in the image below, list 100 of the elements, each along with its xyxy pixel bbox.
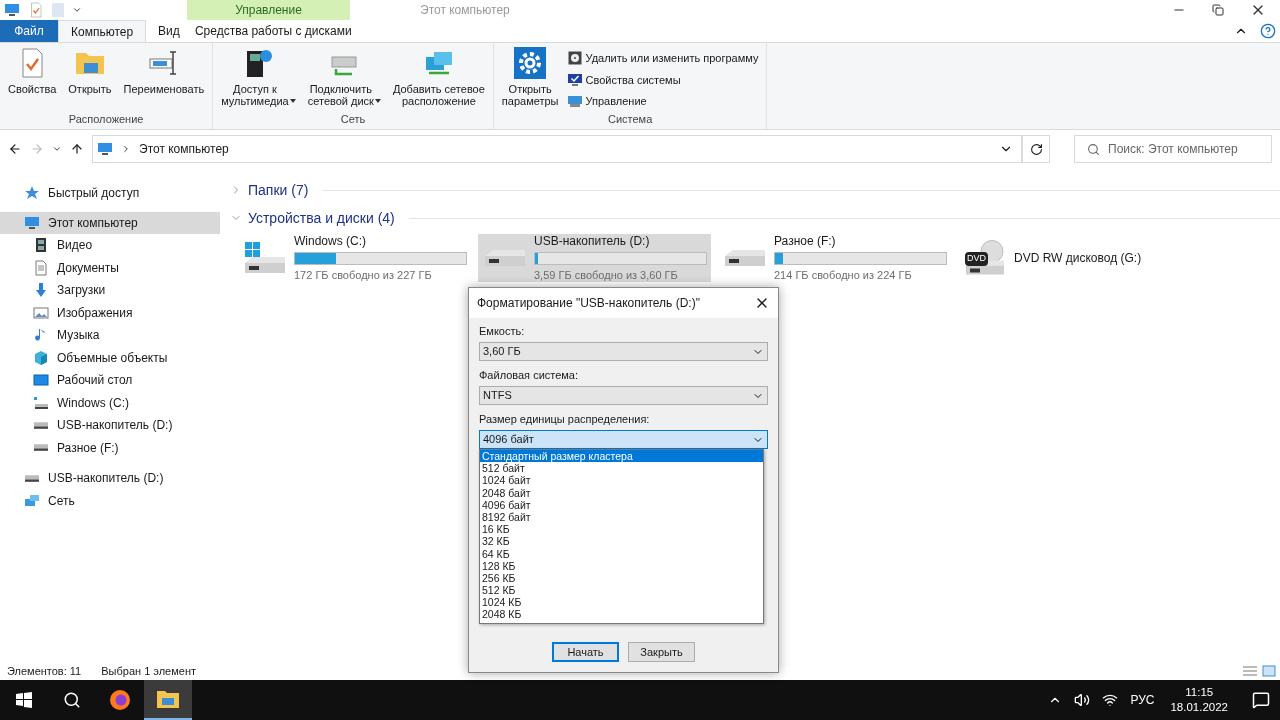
sidebar-item[interactable]: Рабочий стол xyxy=(0,369,220,392)
drive-name: Разное (F:) xyxy=(774,233,837,251)
refresh-icon xyxy=(1029,142,1043,156)
sidebar-item[interactable]: Разное (F:) xyxy=(0,436,220,459)
group-label: Сеть xyxy=(339,111,367,127)
ribbon-tab[interactable]: Вид xyxy=(146,20,192,42)
sidebar-item[interactable]: Сеть xyxy=(0,489,220,512)
field-label: Емкость: xyxy=(479,324,526,338)
language-indicator[interactable]: РУС xyxy=(1130,691,1155,709)
desktop-icon xyxy=(33,372,49,389)
search-field[interactable]: Поиск: Этот компьютер xyxy=(1074,135,1272,163)
field-label: Размер единицы распределения: xyxy=(479,412,651,426)
free-space: 172 ГБ свободно из 227 ГБ xyxy=(294,268,433,284)
up-icon[interactable] xyxy=(70,142,84,156)
dropdown-option[interactable]: 16 КБ xyxy=(480,523,763,536)
drive-icon xyxy=(34,444,48,452)
drive-icon xyxy=(34,421,48,429)
sidebar-item[interactable]: Быстрый доступ xyxy=(0,182,220,205)
dropdown[interactable]: NTFS xyxy=(479,386,768,405)
restore-icon[interactable] xyxy=(1212,4,1224,16)
dialog-button[interactable]: Начать xyxy=(552,642,619,662)
group-header[interactable]: Устройства и диски (4) xyxy=(248,207,395,229)
context-tab-header: Управление xyxy=(187,0,350,20)
drive-tile[interactable]: Windows (C:) 172 ГБ свободно из 227 ГБ xyxy=(238,234,471,282)
computer-icon xyxy=(4,2,20,18)
sidebar-item[interactable]: Windows (C:) xyxy=(0,391,220,414)
monitor-check-icon xyxy=(566,71,583,88)
group-label: Расположение xyxy=(67,111,145,127)
sidebar-item[interactable]: Этот компьютер xyxy=(0,211,220,234)
drive-icon xyxy=(725,250,765,266)
drive-name: USB-накопитель (D:) xyxy=(534,233,651,251)
dropdown-option[interactable]: 32 КБ xyxy=(480,535,763,548)
free-space: 3,59 ГБ свободно из 3,60 ГБ xyxy=(534,268,679,284)
dropdown-option[interactable]: 1024 КБ xyxy=(480,596,763,609)
dropdown-option[interactable]: 2048 КБ xyxy=(480,608,763,621)
file-menu-tab[interactable]: Файл xyxy=(0,20,58,42)
browser-icon xyxy=(108,688,132,712)
sidebar-item[interactable]: Изображения xyxy=(0,301,220,324)
sidebar-item[interactable]: Документы xyxy=(0,256,220,279)
sidebar-item[interactable]: Загрузки xyxy=(0,279,220,302)
ribbon-button[interactable]: Добавить сетевое расположение xyxy=(388,47,489,107)
sidebar-item[interactable]: Музыка xyxy=(0,324,220,347)
wifi-icon[interactable] xyxy=(1102,692,1119,708)
dropdown-option[interactable]: 128 КБ xyxy=(480,559,763,572)
ribbon-button[interactable]: Открыть xyxy=(64,47,116,95)
clock[interactable]: 11:15 18.01.2022 xyxy=(1166,685,1232,715)
ribbon-button[interactable]: Управление xyxy=(566,93,759,110)
dropdown-option[interactable]: 512 КБ xyxy=(480,584,763,597)
dropdown[interactable]: 4096 байт xyxy=(479,430,768,449)
free-space: 214 ГБ свободно из 224 ГБ xyxy=(774,268,913,284)
dialog-button[interactable]: Закрыть xyxy=(628,642,695,662)
refresh-button[interactable] xyxy=(1022,135,1050,163)
dropdown-option[interactable]: Стандартный размер кластера xyxy=(480,450,763,463)
file-explorer-button[interactable] xyxy=(144,680,192,720)
windows-logo-icon xyxy=(16,692,32,708)
recent-locations-icon[interactable] xyxy=(52,144,62,154)
dropdown-option[interactable]: 512 байт xyxy=(480,462,763,475)
ribbon-button[interactable]: Доступ к мультимедиа xyxy=(217,47,300,107)
dialog-title: Форматирование "USB-накопитель (D:)" xyxy=(477,295,700,312)
group-header[interactable]: Папки (7) xyxy=(248,179,309,201)
film-icon xyxy=(33,237,49,254)
settings-icon xyxy=(514,47,547,79)
sidebar-item[interactable]: USB-накопитель (D:) xyxy=(0,414,220,437)
help-icon[interactable] xyxy=(1260,23,1276,39)
field-label: Файловая система: xyxy=(479,368,580,382)
sidebar-item[interactable]: USB-накопитель (D:) xyxy=(0,467,220,490)
ribbon-tab[interactable]: Компьютер xyxy=(58,20,147,42)
ribbon-button[interactable]: Удалить или изменить программу xyxy=(566,50,759,67)
customize-toolbar-icon[interactable] xyxy=(72,5,82,15)
dropdown[interactable]: 3,60 ГБ xyxy=(479,342,768,361)
address-field[interactable]: Этот компьютер xyxy=(92,135,1022,163)
dropdown-option[interactable]: 64 КБ xyxy=(480,547,763,560)
ribbon-button[interactable]: Свойства системы xyxy=(566,71,759,88)
dropdown-option[interactable]: 1024 байт xyxy=(480,474,763,487)
sidebar-item[interactable]: Объемные объекты xyxy=(0,346,220,369)
sidebar-item[interactable]: Видео xyxy=(0,234,220,257)
search-icon xyxy=(1087,142,1100,156)
drive-tile[interactable]: DVD DVD RW дисковод (G:) xyxy=(958,234,1191,282)
window-title: Этот компьютер xyxy=(420,2,510,19)
dropdown-option[interactable]: 2048 байт xyxy=(480,486,763,499)
system-drive-icon xyxy=(34,396,48,409)
dropdown-option[interactable]: 256 КБ xyxy=(480,571,763,585)
download-icon xyxy=(33,282,49,299)
volume-icon[interactable] xyxy=(1074,692,1091,708)
computer-icon xyxy=(24,214,40,231)
ribbon-button[interactable]: Переименовать xyxy=(119,47,209,95)
notifications-icon[interactable] xyxy=(1252,691,1270,709)
dropdown-option[interactable]: 4096 байт xyxy=(480,498,763,511)
drive-tile[interactable]: USB-накопитель (D:) 3,59 ГБ свободно из 3,60 ГБ xyxy=(478,234,711,282)
search-icon xyxy=(63,691,81,709)
item-count: Элементов: 11 xyxy=(7,663,82,679)
drive-tile[interactable]: Разное (F:) 214 ГБ свободно из 224 ГБ xyxy=(718,234,951,282)
ribbon-button[interactable]: Открыть параметры xyxy=(497,47,563,107)
ribbon-button[interactable]: Подключить сетевой диск xyxy=(303,47,385,107)
drive-icon xyxy=(25,474,39,482)
dropdown-option[interactable]: 8192 байт xyxy=(480,510,763,524)
ribbon-button[interactable]: Свойства xyxy=(4,47,61,95)
document-icon xyxy=(33,259,49,276)
back-icon[interactable] xyxy=(8,142,22,156)
image-icon xyxy=(33,304,49,321)
